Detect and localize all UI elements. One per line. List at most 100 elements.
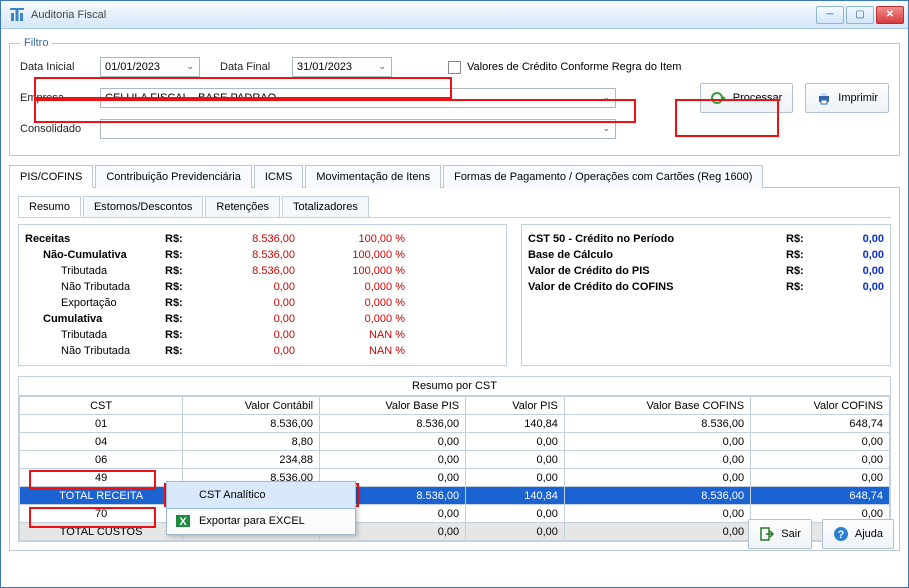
ctx-exportar-excel[interactable]: X Exportar para EXCEL (167, 508, 355, 534)
rev-pct: 100,000 % (295, 247, 405, 263)
table-cell: 0,00 (564, 469, 750, 487)
table-row[interactable]: 018.536,008.536,00140,848.536,00648,74 (20, 415, 890, 433)
column-header[interactable]: CST (20, 397, 183, 415)
rev-currency: R$: (165, 311, 205, 327)
table-cell: 8.536,00 (183, 415, 320, 433)
subtab-resumo[interactable]: Resumo (18, 196, 81, 217)
rev-currency: R$: (165, 279, 205, 295)
tab-icms[interactable]: ICMS (254, 165, 304, 188)
data-inicial-input[interactable] (100, 57, 200, 77)
subtab-retencoes[interactable]: Retenções (205, 196, 280, 217)
column-header[interactable]: Valor Base COFINS (564, 397, 750, 415)
rev-currency: R$: (165, 343, 205, 359)
rev-value: 0,00 (205, 279, 295, 295)
table-cell: 0,00 (751, 451, 890, 469)
empresa-label: Empresa (20, 92, 94, 104)
chevron-down-icon[interactable]: ⌄ (602, 92, 610, 103)
close-button[interactable]: ✕ (876, 6, 904, 24)
minimize-button[interactable]: ─ (816, 6, 844, 24)
credit-currency: R$: (786, 247, 824, 263)
empresa-combo[interactable] (100, 88, 616, 108)
gear-play-icon (711, 90, 727, 106)
credito-checkbox[interactable] (448, 61, 461, 74)
credit-label: CST 50 - Crédito no Período (528, 231, 786, 247)
tab-pis-cofins[interactable]: PIS/COFINS (9, 165, 93, 188)
blank-icon (175, 487, 191, 503)
ctx-label: CST Analítico (199, 489, 265, 501)
table-row[interactable]: 06234,880,000,000,000,00 (20, 451, 890, 469)
table-cell: 04 (20, 433, 183, 451)
titlebar: Auditoria Fiscal ─ ▢ ✕ (1, 1, 908, 29)
main-tabbar: PIS/COFINS Contribuição Previdenciária I… (9, 164, 900, 188)
table-cell: 140,84 (466, 487, 565, 505)
table-cell: 648,74 (751, 415, 890, 433)
column-header[interactable]: Valor Base PIS (320, 397, 466, 415)
revenue-box: ReceitasR$:8.536,00100,00 %Não-Cumulativ… (18, 224, 507, 366)
processar-button[interactable]: Processar (700, 83, 794, 113)
table-cell: 0,00 (751, 469, 890, 487)
table-row[interactable]: TOTAL RECEITA8.536,00140,848.536,00648,7… (20, 487, 890, 505)
consolidado-label: Consolidado (20, 123, 94, 135)
rev-value: 0,00 (205, 343, 295, 359)
credit-value: 0,00 (824, 247, 884, 263)
chevron-down-icon[interactable]: ⌄ (602, 123, 610, 134)
column-header[interactable]: Valor COFINS (751, 397, 890, 415)
sair-button[interactable]: Sair (748, 519, 812, 549)
ctx-cst-analitico[interactable]: CST Analítico (166, 481, 356, 509)
rev-pct: 0,000 % (295, 311, 405, 327)
rev-name: Não Tributada (25, 343, 165, 359)
credit-label: Valor de Crédito do PIS (528, 263, 786, 279)
table-cell: 0,00 (466, 451, 565, 469)
rev-name: Não-Cumulativa (25, 247, 165, 263)
table-row[interactable]: 048,800,000,000,000,00 (20, 433, 890, 451)
imprimir-button[interactable]: Imprimir (805, 83, 889, 113)
imprimir-label: Imprimir (838, 92, 878, 104)
table-cell: 234,88 (183, 451, 320, 469)
column-header[interactable]: Valor Contábil (183, 397, 320, 415)
table-cell: 70 (20, 505, 183, 523)
credit-currency: R$: (786, 263, 824, 279)
tab-formas-pagamento[interactable]: Formas de Pagamento / Operações com Cart… (443, 165, 763, 188)
processar-label: Processar (733, 92, 783, 104)
credito-checkbox-label: Valores de Crédito Conforme Regra do Ite… (467, 61, 681, 73)
rev-pct: 100,000 % (295, 263, 405, 279)
rev-name: Tributada (25, 327, 165, 343)
rev-value: 0,00 (205, 311, 295, 327)
table-cell: 0,00 (320, 451, 466, 469)
table-cell: 0,00 (564, 451, 750, 469)
data-final-label: Data Final (220, 61, 286, 73)
rev-value: 8.536,00 (205, 247, 295, 263)
table-cell: 0,00 (466, 523, 565, 541)
table-cell: 0,00 (564, 505, 750, 523)
table-cell: 8.536,00 (564, 487, 750, 505)
rev-pct: 100,00 % (295, 231, 405, 247)
subtab-totalizadores[interactable]: Totalizadores (282, 196, 369, 217)
data-inicial-label: Data Inicial (20, 61, 94, 73)
credit-currency: R$: (786, 279, 824, 295)
table-cell: 648,74 (751, 487, 890, 505)
credit-value: 0,00 (824, 231, 884, 247)
rev-pct: NAN % (295, 327, 405, 343)
tab-contribuicao[interactable]: Contribuição Previdenciária (95, 165, 252, 188)
table-cell: 8.536,00 (320, 415, 466, 433)
ajuda-button[interactable]: ? Ajuda (822, 519, 894, 549)
rev-pct: 0,000 % (295, 279, 405, 295)
printer-icon (816, 90, 832, 106)
table-row[interactable]: 498.536,000,000,000,000,00 (20, 469, 890, 487)
column-header[interactable]: Valor PIS (466, 397, 565, 415)
data-final-input[interactable] (292, 57, 392, 77)
maximize-button[interactable]: ▢ (846, 6, 874, 24)
filter-group: Filtro Data Inicial ⌄ Data Final ⌄ Valor… (9, 37, 900, 156)
chevron-down-icon[interactable]: ⌄ (186, 61, 194, 72)
table-cell: TOTAL CUSTOS (20, 523, 183, 541)
help-icon: ? (833, 526, 849, 542)
subtab-estornos[interactable]: Estornos/Descontos (83, 196, 203, 217)
table-cell: 8.536,00 (564, 415, 750, 433)
table-cell: 0,00 (466, 433, 565, 451)
chevron-down-icon[interactable]: ⌄ (378, 61, 386, 72)
consolidado-combo[interactable] (100, 119, 616, 139)
table-cell: 06 (20, 451, 183, 469)
credit-label: Base de Cálculo (528, 247, 786, 263)
svg-text:X: X (179, 516, 187, 528)
tab-movimentacao[interactable]: Movimentação de Itens (305, 165, 441, 188)
